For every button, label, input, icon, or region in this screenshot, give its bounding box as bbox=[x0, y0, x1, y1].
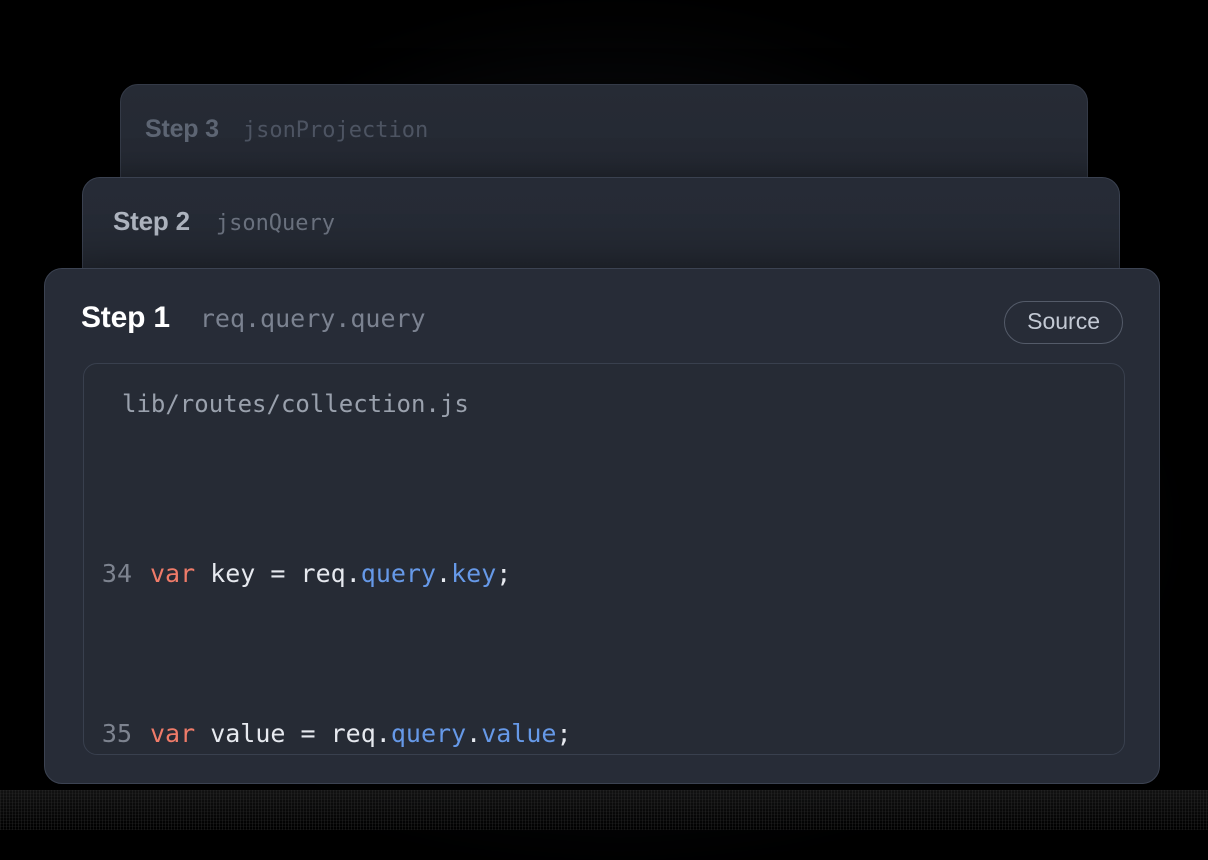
step-card-2-header: Step 2 jsonQuery bbox=[113, 206, 335, 237]
step-card-1-header: Step 1 req.query.query bbox=[81, 301, 426, 335]
line-number: 34 bbox=[84, 554, 150, 594]
source-button[interactable]: Source bbox=[1004, 301, 1123, 344]
code-panel: lib/routes/collection.js 34 var key = re… bbox=[83, 363, 1125, 755]
code-content: var key = req.query.key; bbox=[150, 554, 511, 594]
file-path-label: lib/routes/collection.js bbox=[84, 364, 1124, 418]
line-number: 35 bbox=[84, 714, 150, 754]
step-card-3-header: Step 3 jsonProjection bbox=[145, 115, 428, 144]
step-card-1-label: Step 1 bbox=[81, 301, 170, 335]
code-line-35[interactable]: 35 var value = req.query.value; bbox=[84, 714, 1124, 754]
step-card-1-subtitle: req.query.query bbox=[200, 304, 426, 333]
step-card-2-subtitle: jsonQuery bbox=[216, 211, 335, 236]
step-card-2-label: Step 2 bbox=[113, 206, 190, 237]
step-card-3-label: Step 3 bbox=[145, 115, 219, 144]
bottom-grain-strip bbox=[0, 790, 1208, 830]
step-card-1[interactable]: Step 1 req.query.query Source lib/routes… bbox=[44, 268, 1160, 784]
code-line-34[interactable]: 34 var key = req.query.key; bbox=[84, 554, 1124, 594]
screenshot-stage: Step 3 jsonProjection Step 2 jsonQuery S… bbox=[0, 0, 1208, 830]
code-content: var value = req.query.value; bbox=[150, 714, 572, 754]
code-lines: 34 var key = req.query.key; 35 var value… bbox=[84, 434, 1124, 755]
step-card-3-subtitle: jsonProjection bbox=[243, 118, 428, 143]
